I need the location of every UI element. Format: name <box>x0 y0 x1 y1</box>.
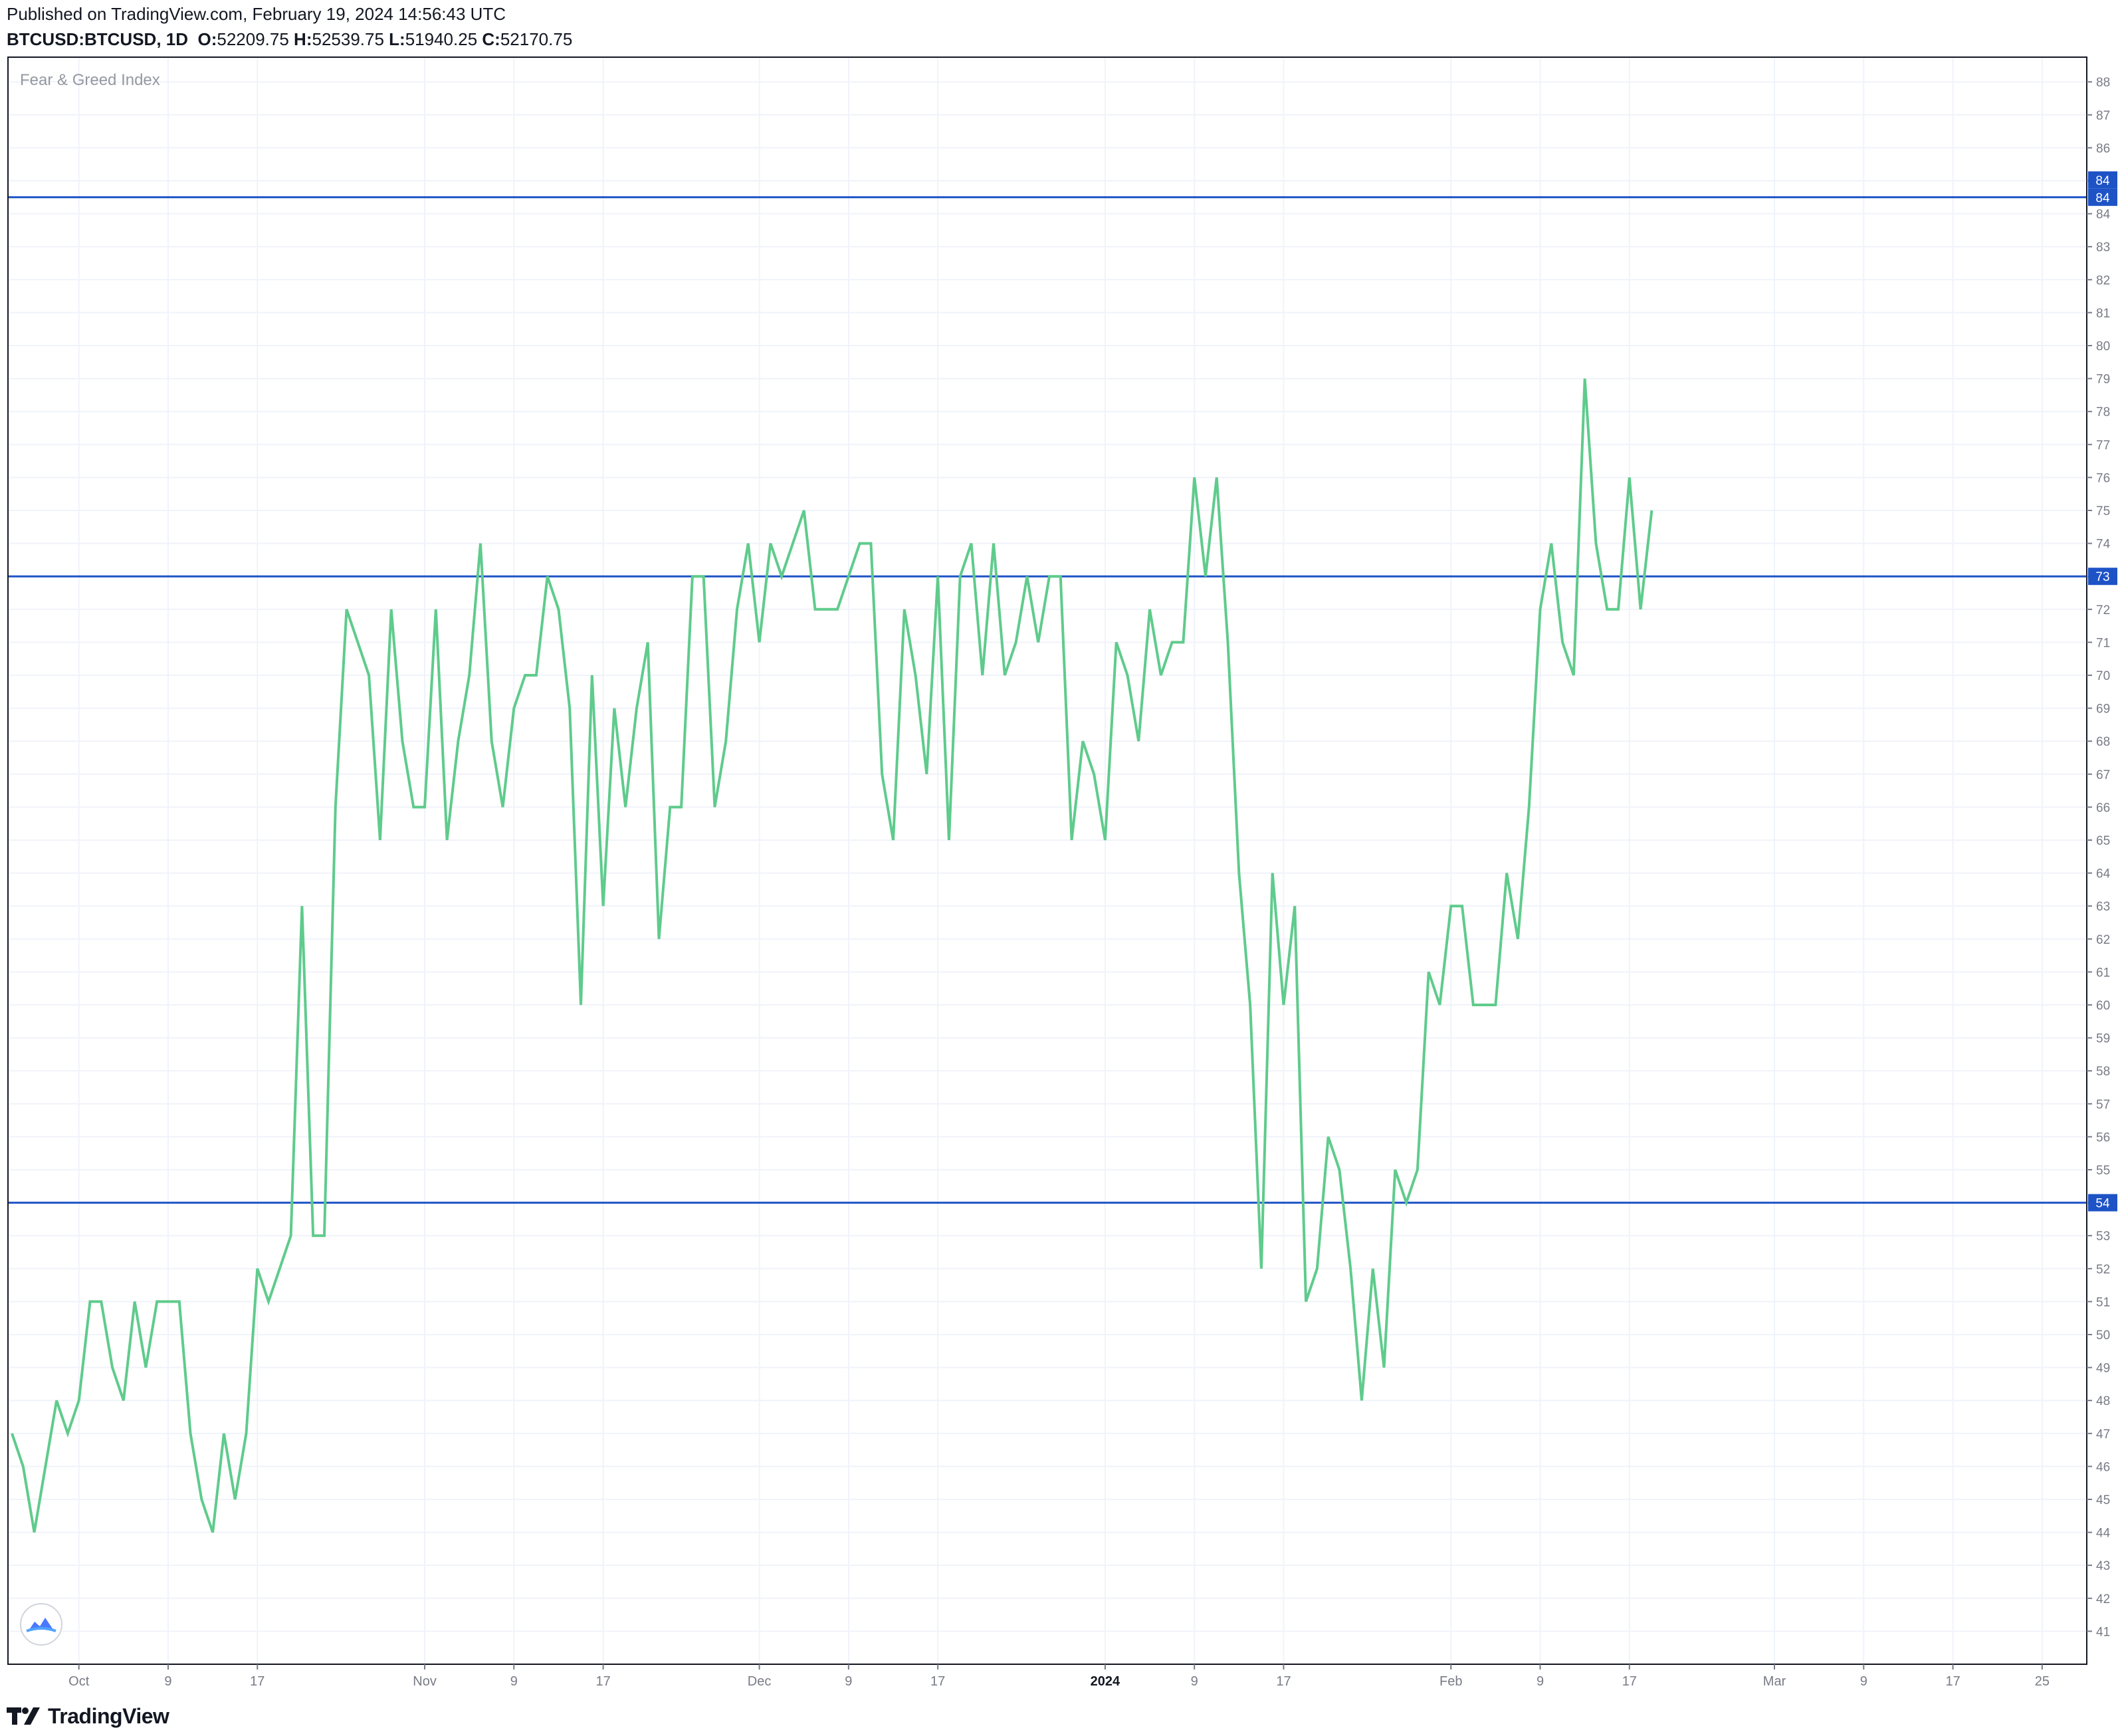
y-tick-label: 52 <box>2096 1263 2110 1277</box>
grid-lines <box>8 57 2087 1664</box>
x-tick-label: Mar <box>1763 1674 1786 1689</box>
y-tick-label: 42 <box>2096 1592 2110 1606</box>
y-tick-label: 47 <box>2096 1428 2110 1442</box>
y-tick-label: 46 <box>2096 1460 2110 1474</box>
level-badge-label: 54 <box>2095 1197 2110 1211</box>
y-tick-label: 68 <box>2096 735 2110 749</box>
y-tick-label: 55 <box>2096 1164 2110 1178</box>
y-tick-label: 80 <box>2096 340 2110 354</box>
y-tick-label: 53 <box>2096 1230 2110 1244</box>
x-tick-label: 17 <box>930 1674 945 1689</box>
y-tick-label: 76 <box>2096 471 2110 485</box>
x-tick-label: 25 <box>2035 1674 2050 1689</box>
x-tick-label: Feb <box>1439 1674 1462 1689</box>
x-tick-label: 9 <box>1537 1674 1544 1689</box>
x-tick-label: Nov <box>413 1674 437 1689</box>
y-tick-label: 51 <box>2096 1295 2110 1309</box>
tradingview-brand-text: TradingView <box>48 1703 169 1728</box>
x-tick-label: 17 <box>250 1674 265 1689</box>
x-tick-label: 9 <box>510 1674 518 1689</box>
price-axis[interactable]: 41 42 43 44 45 46 47 48 49 50 51 52 53 54 55 56 57 58 59 60… <box>2087 76 2111 1639</box>
y-tick-label: 67 <box>2096 768 2110 782</box>
y-tick-label: 44 <box>2096 1527 2111 1541</box>
y-tick-label: 63 <box>2096 900 2110 914</box>
y-tick-label: 58 <box>2096 1065 2110 1079</box>
x-tick-label: Oct <box>68 1674 90 1689</box>
x-tick-label: 17 <box>1622 1674 1637 1689</box>
weather-icon-button[interactable] <box>20 1603 62 1646</box>
y-tick-label: 70 <box>2096 669 2110 683</box>
y-tick-label: 64 <box>2096 867 2111 881</box>
y-tick-label: 45 <box>2096 1493 2110 1507</box>
x-tick-label: 9 <box>845 1674 852 1689</box>
y-tick-label: 62 <box>2096 933 2110 947</box>
y-tick-label: 41 <box>2096 1625 2110 1639</box>
y-tick-label: 66 <box>2096 801 2110 815</box>
y-tick-label: 71 <box>2096 636 2110 650</box>
y-tick-label: 82 <box>2096 274 2110 288</box>
y-tick-label: 79 <box>2096 373 2110 387</box>
y-tick-label: 50 <box>2096 1329 2110 1343</box>
y-tick-label: 60 <box>2096 999 2110 1013</box>
level-badge-label: 84 <box>2095 191 2110 205</box>
y-tick-label: 87 <box>2096 109 2110 123</box>
y-tick-label: 49 <box>2096 1362 2110 1376</box>
x-tick-label: 17 <box>1276 1674 1291 1689</box>
y-tick-label: 84 <box>2096 208 2111 222</box>
y-tick-label: 57 <box>2096 1098 2110 1112</box>
y-tick-label: 61 <box>2096 966 2110 980</box>
y-tick-label: 88 <box>2096 76 2110 90</box>
y-tick-label: 48 <box>2096 1394 2110 1408</box>
x-tick-label: Dec <box>748 1674 772 1689</box>
x-tick-label: 9 <box>164 1674 171 1689</box>
level-badges: 84 73 54 84 <box>2088 171 2117 1212</box>
y-tick-label: 56 <box>2096 1131 2110 1144</box>
y-tick-label: 86 <box>2096 142 2110 156</box>
y-tick-label: 77 <box>2096 439 2110 453</box>
x-tick-label: 17 <box>1945 1674 1960 1689</box>
time-axis[interactable]: Oct 9 17 Nov 9 17 Dec 9 17 2024 9 17 Feb 9 17 Mar 9 17 25 <box>68 1664 2050 1689</box>
x-tick-label: 2024 <box>1091 1674 1120 1689</box>
level-badge-label: 84 <box>2095 174 2110 188</box>
y-tick-label: 75 <box>2096 504 2110 518</box>
y-tick-label: 74 <box>2096 538 2111 552</box>
level-badge-label: 73 <box>2095 570 2109 584</box>
tradingview-logo-icon <box>7 1707 40 1725</box>
x-tick-label: 9 <box>1860 1674 1867 1689</box>
x-tick-label: 9 <box>1191 1674 1198 1689</box>
y-tick-label: 69 <box>2096 703 2110 716</box>
tradingview-logo[interactable]: TradingView <box>7 1701 169 1731</box>
x-tick-label: 17 <box>595 1674 610 1689</box>
y-tick-label: 83 <box>2096 241 2110 255</box>
y-tick-label: 43 <box>2096 1559 2110 1573</box>
y-tick-label: 78 <box>2096 405 2110 419</box>
indicator-title: Fear & Greed Index <box>20 71 160 89</box>
y-tick-label: 72 <box>2096 603 2110 617</box>
fear-greed-chart[interactable]: 41 42 43 44 45 46 47 48 49 50 51 52 53 54 55 56 57 58 59 60… <box>0 0 2120 1701</box>
y-tick-label: 59 <box>2096 1032 2110 1046</box>
y-tick-label: 65 <box>2096 834 2110 848</box>
y-tick-label: 81 <box>2096 306 2110 320</box>
